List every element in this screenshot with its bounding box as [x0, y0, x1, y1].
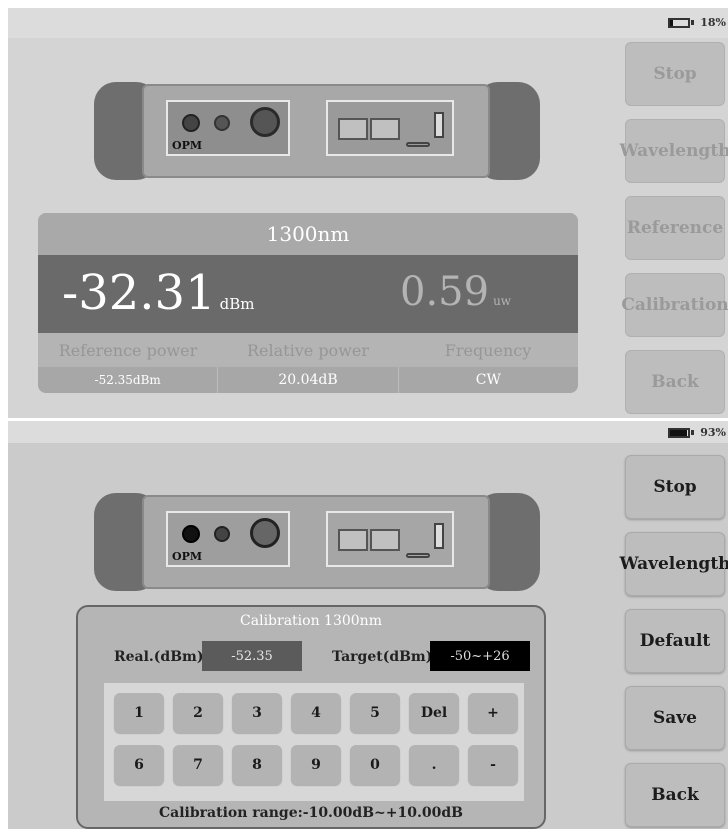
device-image: OPM: [94, 82, 540, 180]
frequency-value: CW: [397, 367, 578, 393]
back-button[interactable]: Back: [625, 763, 725, 827]
calibration-title: Calibration 1300nm: [240, 613, 382, 629]
calibration-button[interactable]: Calibration: [621, 273, 728, 337]
key-1[interactable]: 1: [114, 693, 164, 733]
key-plus[interactable]: +: [468, 693, 518, 733]
opm-label: OPM: [172, 139, 203, 152]
key-5[interactable]: 5: [350, 693, 400, 733]
calibration-dialog: Calibration 1300nm Real.(dBm): -52.35 Ta…: [76, 605, 546, 829]
key-0[interactable]: 0: [350, 745, 400, 785]
power-uw-readout: 0.59 uw: [400, 269, 512, 315]
status-bar: 18%: [8, 8, 728, 38]
key-6[interactable]: 6: [114, 745, 164, 785]
reference-power-value: -52.35dBm: [94, 373, 161, 387]
key-delete[interactable]: Del: [409, 693, 459, 733]
device-image: OPM: [94, 493, 540, 591]
real-label: Real.(dBm):: [114, 649, 209, 665]
wavelength-button[interactable]: Wavelength: [619, 119, 728, 183]
power-dbm-readout: -32.31 dBm: [62, 265, 255, 321]
bottom-screen: 93% OPM Calibration 1300nm Real.(dBm): -…: [8, 421, 728, 829]
reference-button[interactable]: Reference: [625, 196, 725, 260]
status-bar: 93%: [8, 421, 728, 443]
key-8[interactable]: 8: [232, 745, 282, 785]
battery-percent: 93%: [700, 426, 726, 439]
target-label: Target(dBm):: [332, 649, 438, 665]
battery-indicator: 18%: [668, 16, 726, 29]
reference-power-label: Reference power: [58, 340, 198, 360]
battery-indicator: 93%: [668, 426, 726, 439]
stop-button[interactable]: Stop: [625, 42, 725, 106]
wavelength-button[interactable]: Wavelength: [619, 532, 728, 596]
key-7[interactable]: 7: [173, 745, 223, 785]
top-screen: 18% OPM 1300nm -32.31 dBm 0.59 uw Referenc…: [8, 8, 728, 418]
key-3[interactable]: 3: [232, 693, 282, 733]
frequency-label: Frequency: [444, 340, 532, 360]
key-4[interactable]: 4: [291, 693, 341, 733]
opm-label: OPM: [172, 550, 203, 563]
key-minus[interactable]: -: [468, 745, 518, 785]
power-meter-panel: 1300nm -32.31 dBm 0.59 uw Reference power …: [38, 213, 578, 393]
relative-power-value: 20.04dB: [217, 367, 397, 393]
back-button[interactable]: Back: [625, 350, 725, 414]
battery-percent: 18%: [700, 16, 726, 29]
key-9[interactable]: 9: [291, 745, 341, 785]
numeric-keypad: 1 2 3 4 5 Del + 6 7 8 9 0 . -: [104, 683, 524, 801]
stop-button[interactable]: Stop: [625, 455, 725, 519]
target-value-field[interactable]: -50~+26: [430, 641, 530, 671]
save-button[interactable]: Save: [625, 686, 725, 750]
relative-power-label: Relative power: [247, 340, 369, 360]
battery-icon: [668, 427, 691, 438]
calibration-range-text: Calibration range:-10.00dB~+10.00dB: [159, 805, 463, 821]
key-2[interactable]: 2: [173, 693, 223, 733]
default-button[interactable]: Default: [625, 609, 725, 673]
wavelength-display: 1300nm: [38, 213, 578, 255]
battery-icon: [668, 17, 691, 28]
key-dot[interactable]: .: [409, 745, 459, 785]
real-value-field[interactable]: -52.35: [202, 641, 302, 671]
